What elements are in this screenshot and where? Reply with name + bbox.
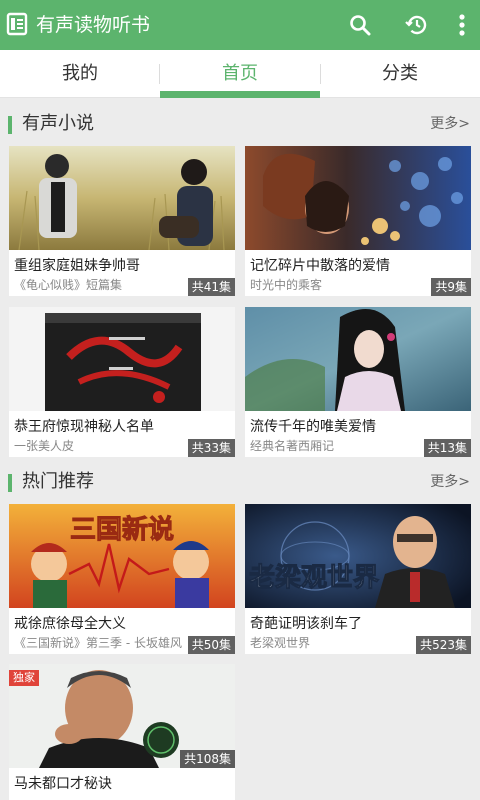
more-vert-icon	[459, 14, 465, 36]
app-bar: 有声读物听书	[0, 0, 480, 50]
active-tab-indicator	[160, 91, 320, 98]
episode-count: 共108集	[180, 750, 235, 768]
tab-mine[interactable]: 我的	[0, 50, 160, 98]
tab-label: 首页	[222, 63, 258, 84]
card-subtitle: 时光中的乘客	[250, 278, 323, 292]
section-header-hot-picks: 热门推荐 更多>	[0, 460, 480, 504]
episode-count: 共41集	[187, 278, 235, 296]
cover-art-text: 老梁观世界	[249, 563, 379, 593]
cover-image: 老梁观世界	[245, 504, 471, 608]
cover-image	[9, 146, 235, 250]
section-accent-bar	[8, 474, 12, 492]
search-icon	[350, 15, 371, 36]
card-subtitle: 老梁观世界	[250, 636, 311, 650]
audiobook-card[interactable]: 独家 共108集 马未都口才秘诀	[9, 664, 235, 800]
episode-count: 共33集	[187, 439, 235, 457]
episode-count: 共523集	[416, 636, 471, 654]
tab-label: 分类	[382, 63, 418, 84]
section-title: 热门推荐	[22, 471, 94, 492]
exclusive-badge: 独家	[9, 670, 39, 686]
tab-label: 我的	[62, 63, 98, 84]
section-header-audio-novels: 有声小说 更多>	[0, 102, 480, 146]
cover-image	[9, 307, 235, 411]
card-subtitle: 《三国新说》第三季 - 长坂雄风	[14, 636, 182, 650]
episode-count: 共9集	[431, 278, 471, 296]
overflow-menu-button[interactable]	[445, 8, 479, 42]
cover-art-text: 三国新说	[70, 514, 174, 545]
cover-image: 三国新说	[9, 504, 235, 608]
section-title: 有声小说	[22, 113, 94, 134]
card-title: 重组家庭姐妹争帅哥	[14, 258, 140, 274]
episode-count: 共13集	[423, 439, 471, 457]
tab-home[interactable]: 首页	[160, 50, 320, 98]
card-title: 奇葩证明该刹车了	[250, 616, 362, 632]
card-title: 流传千年的唯美爱情	[250, 419, 376, 435]
book-logo-icon	[6, 12, 28, 36]
audiobook-card[interactable]: 共13集 流传千年的唯美爱情 经典名著西厢记	[245, 307, 471, 457]
card-subtitle: 经典名著西厢记	[250, 439, 335, 453]
more-link[interactable]: 更多>	[430, 472, 470, 492]
audiobook-card[interactable]: 老梁观世界 共523集 奇葩证明该刹车了 老梁观世界	[245, 504, 471, 654]
tab-category[interactable]: 分类	[320, 50, 480, 98]
search-button[interactable]	[343, 8, 377, 42]
more-link[interactable]: 更多>	[430, 114, 470, 134]
audiobook-card[interactable]: 共33集 恭王府惊现神秘人名单 一张美人皮	[9, 307, 235, 457]
episode-count: 共50集	[187, 636, 235, 654]
card-subtitle: 《龟心似贱》短篇集	[14, 278, 123, 292]
app-title: 有声读物听书	[36, 14, 151, 36]
audiobook-card[interactable]: 共41集 重组家庭姐妹争帅哥 《龟心似贱》短篇集	[9, 146, 235, 296]
section-accent-bar	[8, 116, 12, 134]
card-title: 戒徐庶徐母全大义	[14, 616, 126, 632]
history-icon	[405, 15, 427, 35]
card-subtitle: 一张美人皮	[14, 439, 75, 453]
history-button[interactable]	[400, 8, 434, 42]
cover-image	[245, 307, 471, 411]
card-title: 马未都口才秘诀	[14, 776, 112, 792]
tab-bar: 我的 首页 分类	[0, 50, 480, 98]
card-title: 记忆碎片中散落的爱情	[250, 258, 390, 274]
card-title: 恭王府惊现神秘人名单	[14, 419, 154, 435]
cover-image	[245, 146, 471, 250]
audiobook-card[interactable]: 三国新说 共50集 戒徐庶徐母全大义 《三国新说》第三季 - 长坂雄风	[9, 504, 235, 654]
audiobook-card[interactable]: 共9集 记忆碎片中散落的爱情 时光中的乘客	[245, 146, 471, 296]
